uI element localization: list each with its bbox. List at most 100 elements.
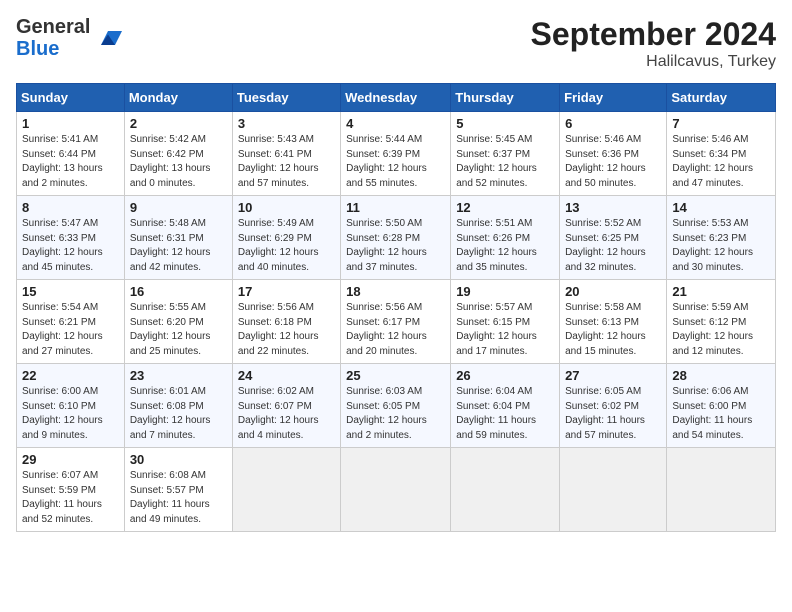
day-info: Sunrise: 6:06 AM Sunset: 6:00 PM Dayligh… xyxy=(672,385,770,443)
table-row: 4 Sunrise: 5:44 AM Sunset: 6:39 PM Daylig… xyxy=(341,112,451,196)
calendar-header-row: Sunday Monday Tuesday Wednesday Thursday… xyxy=(17,84,776,112)
table-row: 12 Sunrise: 5:51 AM Sunset: 6:26 PM Dayli… xyxy=(451,196,560,280)
table-row xyxy=(341,448,451,532)
day-info: Sunrise: 5:54 AM Sunset: 6:21 PM Dayligh… xyxy=(22,301,119,359)
day-info: Sunrise: 5:43 AM Sunset: 6:41 PM Dayligh… xyxy=(238,133,335,191)
table-row: 23Sunrise: 6:01 AM Sunset: 6:08 PM Dayli… xyxy=(124,364,232,448)
day-number: 5 xyxy=(456,116,554,131)
day-number: 16 xyxy=(130,284,227,299)
day-info: Sunrise: 5:56 AM Sunset: 6:17 PM Dayligh… xyxy=(346,301,445,359)
day-info: Sunrise: 5:41 AM Sunset: 6:44 PM Dayligh… xyxy=(22,133,119,191)
day-info: Sunrise: 5:48 AM Sunset: 6:31 PM Dayligh… xyxy=(130,217,227,275)
table-row: 3Sunrise: 5:43 AM Sunset: 6:41 PM Daylig… xyxy=(232,112,340,196)
day-info: Sunrise: 5:57 AM Sunset: 6:15 PM Dayligh… xyxy=(456,301,554,359)
table-row: 25 Sunrise: 6:03 AM Sunset: 6:05 PM Dayli… xyxy=(341,364,451,448)
calendar-week-row: 15 Sunrise: 5:54 AM Sunset: 6:21 PM Dayli… xyxy=(17,280,776,364)
day-number: 18 xyxy=(346,284,445,299)
col-sunday: Sunday xyxy=(17,84,125,112)
table-row: 18 Sunrise: 5:56 AM Sunset: 6:17 PM Dayli… xyxy=(341,280,451,364)
table-row: 24Sunrise: 6:02 AM Sunset: 6:07 PM Dayli… xyxy=(232,364,340,448)
day-number: 20 xyxy=(565,284,661,299)
table-row: 6Sunrise: 5:46 AM Sunset: 6:36 PM Daylig… xyxy=(560,112,667,196)
day-number: 4 xyxy=(346,116,445,131)
day-info: Sunrise: 6:07 AM Sunset: 5:59 PM Dayligh… xyxy=(22,469,119,527)
day-info: Sunrise: 5:50 AM Sunset: 6:28 PM Dayligh… xyxy=(346,217,445,275)
day-info: Sunrise: 5:46 AM Sunset: 6:36 PM Dayligh… xyxy=(565,133,661,191)
day-info: Sunrise: 5:52 AM Sunset: 6:25 PM Dayligh… xyxy=(565,217,661,275)
day-info: Sunrise: 5:46 AM Sunset: 6:34 PM Dayligh… xyxy=(672,133,770,191)
col-thursday: Thursday xyxy=(451,84,560,112)
table-row: 7 Sunrise: 5:46 AM Sunset: 6:34 PM Daylig… xyxy=(667,112,776,196)
day-number: 25 xyxy=(346,368,445,383)
day-number: 7 xyxy=(672,116,770,131)
table-row: 13 Sunrise: 5:52 AM Sunset: 6:25 PM Dayli… xyxy=(560,196,667,280)
table-row: 10 Sunrise: 5:49 AM Sunset: 6:29 PM Dayli… xyxy=(232,196,340,280)
table-row xyxy=(560,448,667,532)
table-row: 2Sunrise: 5:42 AM Sunset: 6:42 PM Daylig… xyxy=(124,112,232,196)
table-row: 17 Sunrise: 5:56 AM Sunset: 6:18 PM Dayli… xyxy=(232,280,340,364)
day-number: 19 xyxy=(456,284,554,299)
day-info: Sunrise: 5:47 AM Sunset: 6:33 PM Dayligh… xyxy=(22,217,119,275)
logo-blue: Blue xyxy=(16,38,90,60)
day-number: 14 xyxy=(672,200,770,215)
day-info: Sunrise: 6:04 AM Sunset: 6:04 PM Dayligh… xyxy=(456,385,554,443)
table-row: 28 Sunrise: 6:06 AM Sunset: 6:00 PM Dayli… xyxy=(667,364,776,448)
table-row: 29 Sunrise: 6:07 AM Sunset: 5:59 PM Dayli… xyxy=(17,448,125,532)
day-number: 8 xyxy=(22,200,119,215)
day-info: Sunrise: 5:49 AM Sunset: 6:29 PM Dayligh… xyxy=(238,217,335,275)
day-number: 12 xyxy=(456,200,554,215)
day-number: 22 xyxy=(22,368,119,383)
day-number: 9 xyxy=(130,200,227,215)
day-number: 23 xyxy=(130,368,227,383)
day-info: Sunrise: 5:44 AM Sunset: 6:39 PM Dayligh… xyxy=(346,133,445,191)
location-title: Halilcavus, Turkey xyxy=(531,53,776,71)
logo-text: General Blue xyxy=(16,16,90,60)
col-tuesday: Tuesday xyxy=(232,84,340,112)
day-number: 30 xyxy=(130,452,227,467)
day-number: 28 xyxy=(672,368,770,383)
table-row: 21Sunrise: 5:59 AM Sunset: 6:12 PM Dayli… xyxy=(667,280,776,364)
table-row: 27 Sunrise: 6:05 AM Sunset: 6:02 PM Dayli… xyxy=(560,364,667,448)
calendar-table: Sunday Monday Tuesday Wednesday Thursday… xyxy=(16,83,776,532)
table-row: 11 Sunrise: 5:50 AM Sunset: 6:28 PM Dayli… xyxy=(341,196,451,280)
day-number: 29 xyxy=(22,452,119,467)
day-info: Sunrise: 6:00 AM Sunset: 6:10 PM Dayligh… xyxy=(22,385,119,443)
day-info: Sunrise: 5:59 AM Sunset: 6:12 PM Dayligh… xyxy=(672,301,770,359)
day-info: Sunrise: 5:51 AM Sunset: 6:26 PM Dayligh… xyxy=(456,217,554,275)
col-friday: Friday xyxy=(560,84,667,112)
table-row: 20 Sunrise: 5:58 AM Sunset: 6:13 PM Dayli… xyxy=(560,280,667,364)
calendar-week-row: 8 Sunrise: 5:47 AM Sunset: 6:33 PM Daylig… xyxy=(17,196,776,280)
table-row: 19 Sunrise: 5:57 AM Sunset: 6:15 PM Dayli… xyxy=(451,280,560,364)
table-row: 9 Sunrise: 5:48 AM Sunset: 6:31 PM Daylig… xyxy=(124,196,232,280)
day-info: Sunrise: 6:08 AM Sunset: 5:57 PM Dayligh… xyxy=(130,469,227,527)
title-block: September 2024 Halilcavus, Turkey xyxy=(531,16,776,71)
table-row: 1Sunrise: 5:41 AM Sunset: 6:44 PM Daylig… xyxy=(17,112,125,196)
table-row xyxy=(451,448,560,532)
day-number: 15 xyxy=(22,284,119,299)
day-info: Sunrise: 6:03 AM Sunset: 6:05 PM Dayligh… xyxy=(346,385,445,443)
day-info: Sunrise: 5:45 AM Sunset: 6:37 PM Dayligh… xyxy=(456,133,554,191)
col-saturday: Saturday xyxy=(667,84,776,112)
day-number: 10 xyxy=(238,200,335,215)
day-number: 17 xyxy=(238,284,335,299)
day-info: Sunrise: 5:42 AM Sunset: 6:42 PM Dayligh… xyxy=(130,133,227,191)
day-number: 24 xyxy=(238,368,335,383)
day-info: Sunrise: 6:05 AM Sunset: 6:02 PM Dayligh… xyxy=(565,385,661,443)
col-monday: Monday xyxy=(124,84,232,112)
logo-general: General xyxy=(16,16,90,38)
day-info: Sunrise: 5:55 AM Sunset: 6:20 PM Dayligh… xyxy=(130,301,227,359)
table-row: 22 Sunrise: 6:00 AM Sunset: 6:10 PM Dayli… xyxy=(17,364,125,448)
day-number: 13 xyxy=(565,200,661,215)
day-number: 11 xyxy=(346,200,445,215)
day-info: Sunrise: 5:53 AM Sunset: 6:23 PM Dayligh… xyxy=(672,217,770,275)
day-info: Sunrise: 5:56 AM Sunset: 6:18 PM Dayligh… xyxy=(238,301,335,359)
day-number: 27 xyxy=(565,368,661,383)
page-header: General Blue September 2024 Halilcavus, … xyxy=(16,16,776,71)
table-row: 15 Sunrise: 5:54 AM Sunset: 6:21 PM Dayli… xyxy=(17,280,125,364)
day-info: Sunrise: 5:58 AM Sunset: 6:13 PM Dayligh… xyxy=(565,301,661,359)
table-row xyxy=(667,448,776,532)
month-title: September 2024 xyxy=(531,16,776,53)
logo: General Blue xyxy=(16,16,122,60)
table-row: 16 Sunrise: 5:55 AM Sunset: 6:20 PM Dayli… xyxy=(124,280,232,364)
calendar-week-row: 22 Sunrise: 6:00 AM Sunset: 6:10 PM Dayli… xyxy=(17,364,776,448)
